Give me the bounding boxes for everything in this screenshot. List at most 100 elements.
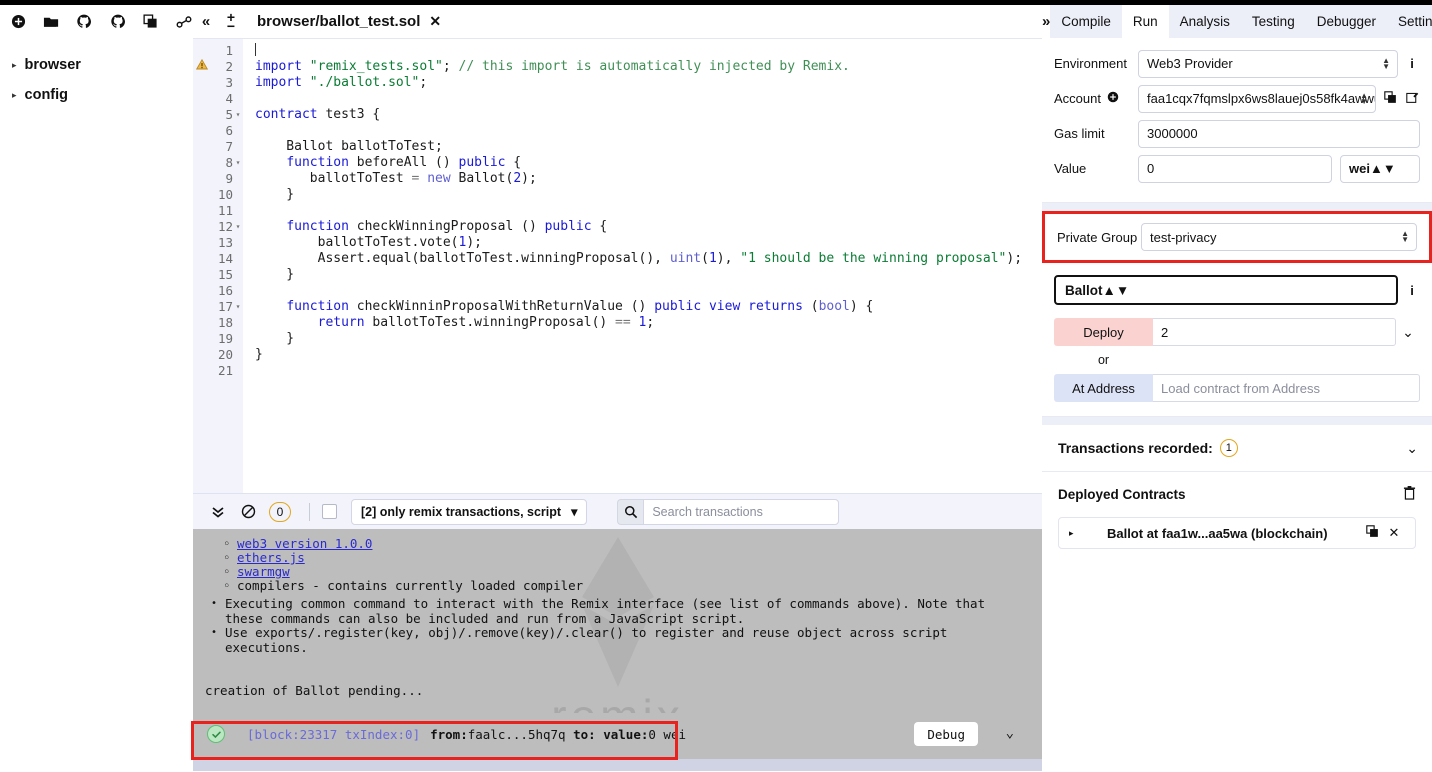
terminal-collapse-icon[interactable] [203,506,233,518]
transactions-recorded-row[interactable]: Transactions recorded: 1 ⌄ [1042,425,1432,472]
link-icon[interactable] [175,12,193,32]
line-number: 13 [217,235,233,250]
plus-circle-icon[interactable] [1107,91,1119,106]
tree-node-config[interactable]: ▸ config [0,80,193,110]
terminal-filter-label: [2] only remix transactions, script [361,504,562,519]
value-input[interactable] [1138,154,1332,183]
transactions-recorded-badge: 1 [1219,439,1238,457]
spinner-arrows-icon: ▲▼ [1382,55,1390,71]
tab-analysis[interactable]: Analysis [1168,5,1241,38]
tab-debugger[interactable]: Debugger [1305,5,1387,38]
tab-testing[interactable]: Testing [1240,5,1306,38]
info-icon[interactable]: i [1404,283,1420,298]
tab-compile[interactable]: Compile [1050,5,1122,38]
private-group-row: Private Group test-privacy ▲ ▼ [1057,223,1417,251]
swarmgw-link[interactable]: swarmgw [237,564,290,579]
terminal-filter-select[interactable]: [2] only remix transactions, script ▾ [351,498,588,525]
search-icon[interactable] [617,498,644,525]
spinner-arrows-icon: ▲▼ [1102,282,1130,298]
close-icon[interactable]: ✕ [1383,525,1405,541]
code-text: ballotToTest = new Ballot(2); [255,171,537,186]
line-number: 12 [217,219,233,234]
line-number: 7 [225,139,233,154]
editor-zoom-controls[interactable]: + − [219,10,243,33]
code-text: } [255,347,263,362]
at-address-button[interactable]: At Address [1054,374,1153,402]
terminal-link-list: web3 version 1.0.0 ethers.js swarmgw com… [205,536,1030,594]
environment-select[interactable]: Web3 Provider ▲ ▼ [1138,49,1398,78]
transaction-log-row[interactable]: [block:23317 txIndex:0] from:faalc...5hq… [193,713,1038,755]
fold-marker[interactable]: ▾ [233,299,243,315]
code-text: } [255,187,295,202]
debug-button[interactable]: Debug [914,722,978,746]
add-icon[interactable] [9,12,27,32]
collapse-panel-icon[interactable]: « [193,13,219,30]
copy-icon[interactable] [142,12,160,32]
or-separator: or [1097,353,1110,367]
web3-version-link[interactable]: web3 version 1.0.0 [237,536,372,551]
tab-run[interactable]: Run [1121,5,1169,38]
list-item: web3 version 1.0.0 [221,536,1030,552]
from-label: from: [430,726,468,742]
private-group-select[interactable]: test-privacy ▲ ▼ [1141,223,1417,251]
code-editor[interactable]: 1 2 import "remix_tests.sol"; // this imp… [193,38,1042,493]
tree-node-label: browser [24,57,81,73]
list-item: compilers - contains currently loaded co… [221,579,1030,594]
line-number: 20 [217,347,233,362]
github-publish-icon[interactable] [75,12,93,32]
chevron-down-icon: ▾ [571,505,578,519]
menu-expand-icon[interactable]: » [1042,13,1050,30]
chevron-down-icon[interactable]: ⌄ [1006,725,1014,741]
file-explorer-toolbar [0,5,193,38]
chevron-down-icon[interactable]: ⌄ [1406,440,1418,457]
zoom-out-icon[interactable]: − [227,19,235,33]
warning-icon[interactable] [193,58,211,75]
search-input[interactable] [643,498,840,525]
info-icon[interactable]: i [1404,56,1420,71]
code-line: 5 ▾ contract test3 { [193,107,1042,123]
to-label: to: [573,726,596,742]
run-settings-section: Environment Web3 Provider ▲ ▼ i Account f… [1042,38,1432,203]
line-number: 17 [217,299,233,314]
terminal-filter-checkbox[interactable] [322,504,337,519]
tree-node-browser[interactable]: ▸ browser [0,50,193,80]
editor-tab-ballot-test[interactable]: browser/ballot_test.sol ✕ [243,5,451,38]
github-gist-icon[interactable] [109,12,127,32]
at-address-input[interactable] [1153,374,1420,402]
copy-icon[interactable] [1361,525,1383,541]
folder-open-icon[interactable] [42,12,60,32]
fold-marker[interactable]: ▾ [233,107,243,123]
ethers-js-link[interactable]: ethers.js [237,550,305,565]
trash-icon[interactable] [1403,486,1416,503]
contract-select[interactable]: Ballot ▲▼ [1054,275,1398,305]
spinner-arrows-icon: ▲▼ [1369,161,1396,176]
gas-limit-input[interactable] [1138,119,1420,148]
line-number: 16 [217,283,233,298]
code-text: function beforeAll () public { [286,155,522,170]
deploy-arg-input[interactable] [1153,318,1396,346]
code-text: function checkWinninProposalWithReturnVa… [286,299,874,314]
code-line: 9 ballotToTest = new Ballot(2); [193,171,1042,187]
clear-console-icon[interactable] [233,504,263,519]
account-select[interactable]: faa1cqx7fqmslpx6ws8lauej0s58fk4awwun ▲ ▼ [1138,84,1376,113]
deploy-button[interactable]: Deploy [1054,318,1153,346]
terminal-search [617,498,840,525]
edit-icon[interactable] [1404,91,1420,107]
code-line: 4 [193,91,1042,107]
private-group-label: Private Group [1057,229,1138,245]
chevron-down-icon[interactable]: ⌄ [1396,324,1420,341]
line-number: 6 [225,123,233,138]
terminal-body[interactable]: remix web3 version 1.0.0 ethers.js swarm… [193,529,1042,771]
copy-icon[interactable] [1382,90,1398,107]
fold-marker[interactable]: ▾ [233,219,243,235]
value-unit-select[interactable]: wei ▲▼ [1340,154,1420,183]
deployed-contract-item[interactable]: ▸ Ballot at faa1w...aa5wa (blockchain) ✕ [1058,517,1416,549]
code-line: 20} [193,347,1042,363]
code-text: import "./ballot.sol"; [255,75,428,90]
tab-settings[interactable]: Settings [1387,5,1432,38]
from-value: faalc...5hq7q [467,726,566,742]
account-label: Account [1054,91,1138,106]
fold-marker[interactable]: ▾ [233,155,243,171]
code-text: } [255,267,295,282]
close-icon[interactable]: ✕ [429,13,441,30]
